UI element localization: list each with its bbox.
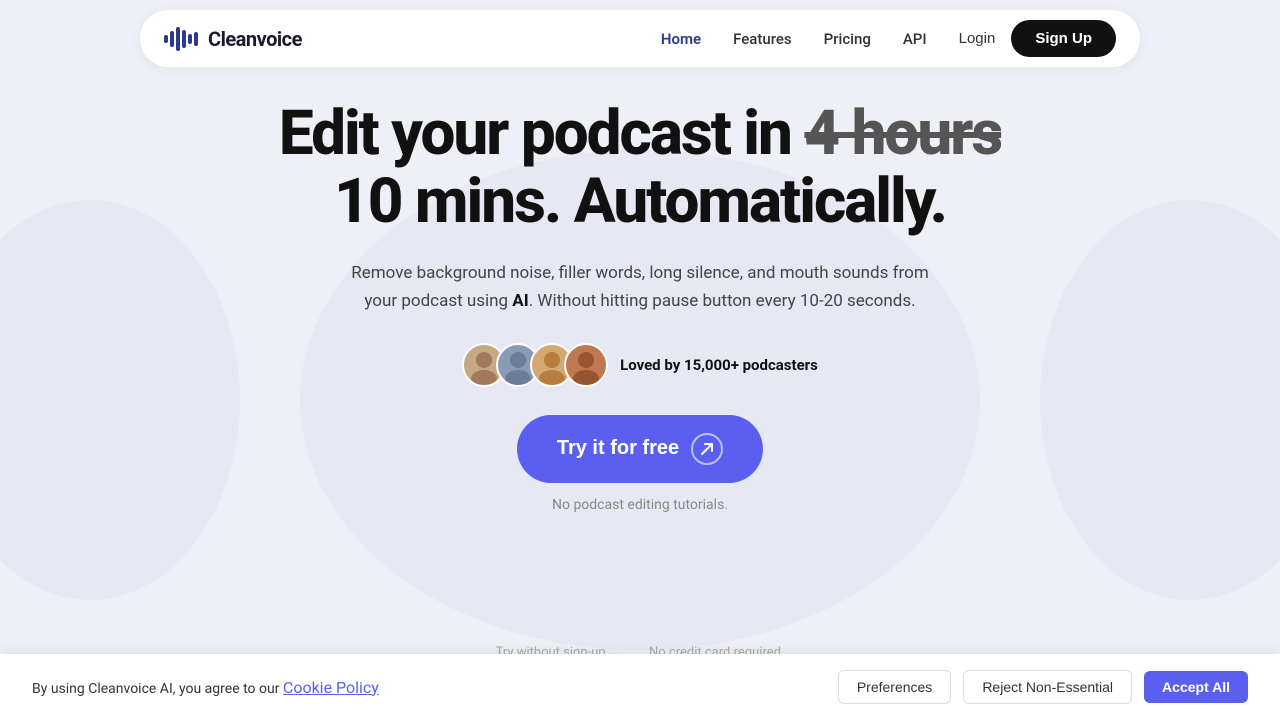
logo-icon: [164, 25, 200, 53]
avatar-group: [462, 343, 608, 387]
cta-button[interactable]: Try it for free: [517, 415, 763, 483]
social-proof: Loved by 15,000+ podcasters: [462, 343, 818, 387]
social-proof-text: Loved by 15,000+ podcasters: [620, 356, 818, 374]
hero-strikethrough: 4 hours: [804, 97, 1001, 170]
cta-arrow-icon: [691, 433, 723, 465]
hero-title-line2: 10 mins. Automatically.: [334, 165, 946, 238]
signup-button[interactable]: Sign Up: [1011, 20, 1116, 57]
cookie-banner: By using Cleanvoice AI, you agree to our…: [0, 654, 1280, 720]
reject-button[interactable]: Reject Non-Essential: [963, 670, 1132, 704]
login-button[interactable]: Login: [959, 30, 996, 47]
nav-home[interactable]: Home: [661, 30, 701, 48]
hero-section: Edit your podcast in 4 hours 10 mins. Au…: [0, 100, 1280, 513]
nav-links: Home Features Pricing API: [661, 30, 927, 48]
hero-subtitle: Remove background noise, filler words, l…: [340, 260, 940, 314]
nav-actions: Login Sign Up: [959, 20, 1116, 57]
logo: Cleanvoice: [164, 25, 302, 53]
nav-features[interactable]: Features: [733, 30, 791, 48]
logo-waveform: [164, 25, 200, 53]
hero-title: Edit your podcast in 4 hours 10 mins. Au…: [279, 100, 1001, 236]
hero-ai-label: AI: [512, 291, 528, 311]
cookie-policy-link[interactable]: Cookie Policy: [283, 678, 379, 697]
preferences-button[interactable]: Preferences: [838, 670, 951, 704]
avatar-4: [564, 343, 608, 387]
navbar: Cleanvoice Home Features Pricing API Log…: [140, 10, 1140, 67]
no-tutorial-text: No podcast editing tutorials.: [552, 497, 728, 513]
nav-pricing[interactable]: Pricing: [824, 30, 871, 48]
accept-button[interactable]: Accept All: [1144, 671, 1248, 703]
nav-api[interactable]: API: [903, 30, 927, 48]
logo-text: Cleanvoice: [208, 27, 302, 51]
cookie-text: By using Cleanvoice AI, you agree to our…: [32, 678, 379, 697]
cta-label: Try it for free: [557, 437, 679, 460]
cookie-actions: Preferences Reject Non-Essential Accept …: [838, 670, 1248, 704]
cookie-message: By using Cleanvoice AI, you agree to our: [32, 681, 283, 697]
